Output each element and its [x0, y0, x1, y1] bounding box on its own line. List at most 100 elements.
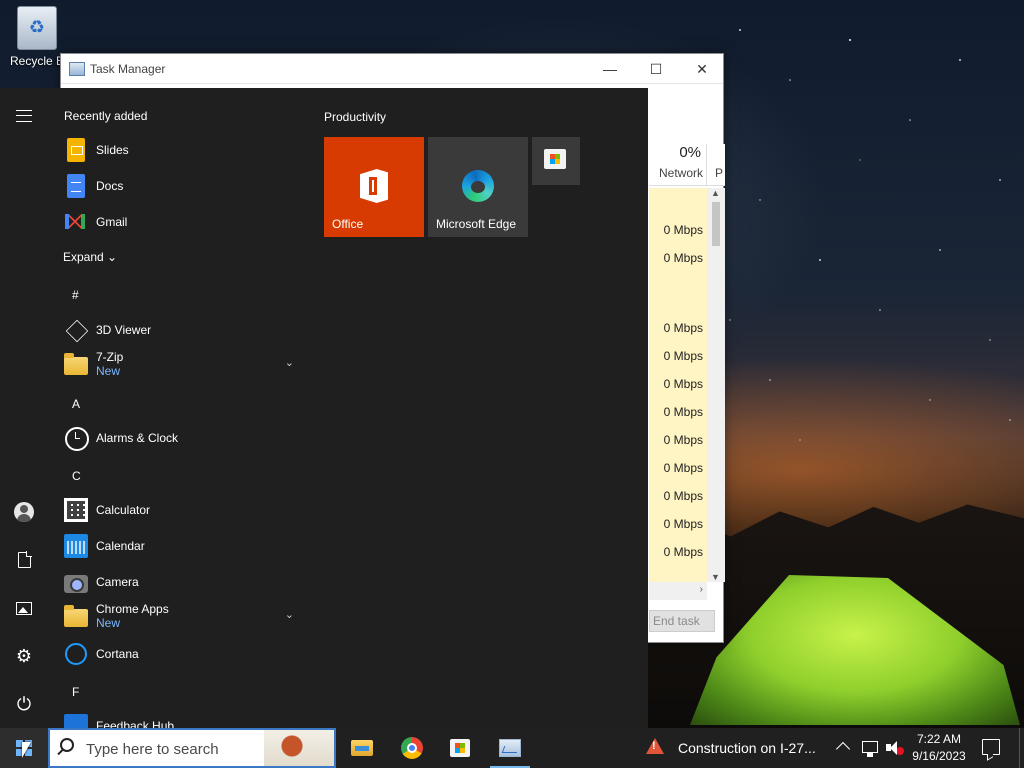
scroll-right-icon[interactable]: › — [700, 584, 703, 595]
table-row[interactable]: 0 Mbps — [649, 426, 707, 454]
user-avatar-icon — [14, 502, 34, 522]
table-row[interactable]: 0 Mbps — [649, 398, 707, 426]
tile-microsoft-store[interactable] — [532, 137, 580, 185]
search-box[interactable] — [48, 728, 336, 768]
alarm-clock-icon — [64, 426, 89, 451]
network-icon[interactable] — [862, 741, 878, 757]
chevron-down-icon[interactable]: ⌄ — [285, 356, 294, 369]
network-percent: 0% — [679, 144, 701, 161]
letter-header-a[interactable]: A — [72, 397, 80, 411]
file-explorer-icon — [351, 740, 373, 756]
table-row[interactable]: 0 Mbps — [649, 342, 707, 370]
recycle-bin-shortcut[interactable]: Recycle B — [6, 6, 68, 68]
close-button[interactable]: ✕ — [679, 54, 725, 84]
app-camera[interactable]: Camera — [64, 564, 304, 600]
app-3d-viewer[interactable]: 3D Viewer — [64, 312, 304, 348]
taskbar-file-explorer[interactable] — [338, 728, 386, 768]
chevron-up-icon[interactable] — [835, 741, 851, 757]
account-button[interactable] — [0, 488, 48, 536]
feedback-hub-icon — [64, 714, 88, 728]
table-row[interactable]: 0 Mbps — [649, 454, 707, 482]
tile-office[interactable]: Office — [324, 137, 424, 237]
column-divider — [706, 144, 707, 186]
folder-icon — [64, 353, 88, 375]
scrollbar-thumb[interactable] — [712, 202, 720, 246]
calculator-icon — [64, 498, 88, 522]
app-docs[interactable]: Docs — [64, 168, 304, 204]
letter-header-f[interactable]: F — [72, 685, 79, 699]
app-list[interactable]: Recently added Slides Docs Gmail Expand … — [48, 88, 312, 728]
end-task-button[interactable]: End task — [649, 610, 715, 632]
gear-icon: ⚙ — [15, 645, 33, 667]
search-input[interactable] — [86, 738, 266, 760]
documents-button[interactable] — [0, 536, 48, 584]
maximize-button[interactable]: ☐ — [633, 54, 679, 84]
news-widget[interactable]: Construction on I-27... — [640, 728, 830, 768]
tile-microsoft-edge[interactable]: Microsoft Edge — [428, 137, 528, 237]
scroll-up-icon[interactable]: ▲ — [711, 188, 720, 198]
edge-icon — [462, 170, 494, 202]
table-row[interactable]: 0 Mbps — [649, 538, 707, 566]
scroll-down-icon[interactable]: ▼ — [711, 572, 720, 582]
expand-menu-button[interactable] — [0, 92, 48, 140]
settings-button[interactable]: ⚙ — [0, 632, 48, 680]
app-calculator[interactable]: Calculator — [64, 492, 304, 528]
folder-icon — [64, 605, 88, 627]
taskbar-task-manager[interactable] — [486, 728, 534, 768]
system-clock[interactable]: 7:22 AM 9/16/2023 — [908, 731, 970, 765]
app-calendar[interactable]: Calendar — [64, 528, 304, 564]
vertical-scrollbar[interactable]: ▲ ▼ — [707, 188, 725, 582]
app-slides[interactable]: Slides — [64, 132, 304, 168]
taskbar-chrome[interactable] — [388, 728, 436, 768]
letter-header-c[interactable]: C — [72, 469, 81, 483]
letter-header-hash[interactable]: # — [72, 288, 79, 302]
task-manager-icon — [69, 62, 85, 76]
docs-icon — [67, 174, 85, 198]
show-desktop-button[interactable] — [1019, 728, 1020, 768]
camera-icon — [64, 574, 88, 593]
recently-added-heading: Recently added — [64, 109, 148, 123]
taskbar-microsoft-store[interactable] — [436, 728, 484, 768]
app-alarms-clock[interactable]: Alarms & Clock — [64, 420, 304, 456]
expand-button[interactable]: Expand ⌄ — [63, 250, 117, 264]
slides-icon — [67, 138, 85, 162]
window-title: Task Manager — [90, 62, 166, 76]
pictures-button[interactable] — [0, 584, 48, 632]
table-row[interactable]: 0 Mbps — [649, 370, 707, 398]
app-name: Calculator — [96, 503, 151, 517]
search-highlight-illustration[interactable] — [264, 730, 334, 766]
microsoft-store-icon — [450, 739, 470, 757]
table-row[interactable] — [649, 272, 707, 300]
news-headline: Construction on I-27... — [678, 740, 816, 756]
tiles-group-heading[interactable]: Productivity — [324, 110, 386, 124]
power-button[interactable]: ⏻ — [0, 680, 48, 728]
app-name: Calendar — [96, 539, 145, 553]
app-7-zip[interactable]: 7-Zip New ⌄ — [64, 346, 304, 382]
app-feedback-hub[interactable]: Feedback Hub — [64, 708, 304, 728]
table-row[interactable]: 0 Mbps — [649, 216, 707, 244]
app-gmail[interactable]: Gmail — [64, 204, 304, 240]
table-row[interactable]: 0 Mbps — [649, 482, 707, 510]
minimize-button[interactable]: — — [587, 54, 633, 84]
power-icon: ⏻ — [16, 693, 32, 715]
app-name: 7-Zip — [96, 350, 124, 364]
notification-center-icon[interactable] — [982, 739, 1000, 755]
table-row[interactable]: 0 Mbps — [649, 314, 707, 342]
volume-muted-icon[interactable] — [886, 741, 904, 755]
app-name: Alarms & Clock — [96, 431, 179, 445]
picture-icon — [16, 601, 32, 615]
chevron-down-icon[interactable]: ⌄ — [285, 608, 294, 621]
app-chrome-apps[interactable]: Chrome Apps New ⌄ — [64, 598, 304, 634]
table-row[interactable]: 0 Mbps — [649, 244, 707, 272]
recycle-bin-label: Recycle B — [9, 54, 65, 68]
task-manager-titlebar[interactable]: Task Manager — ☐ ✕ — [61, 54, 723, 84]
app-name: 3D Viewer — [96, 323, 152, 337]
document-icon — [17, 551, 32, 568]
network-column-header[interactable]: 0% Network P — [649, 144, 725, 186]
horizontal-scrollbar[interactable]: › — [649, 582, 707, 600]
expand-label: Expand — [63, 250, 104, 264]
recycle-bin-icon — [17, 6, 57, 50]
table-row[interactable]: 0 Mbps — [649, 510, 707, 538]
app-cortana[interactable]: Cortana — [64, 636, 304, 672]
mouse-cursor — [22, 742, 31, 758]
